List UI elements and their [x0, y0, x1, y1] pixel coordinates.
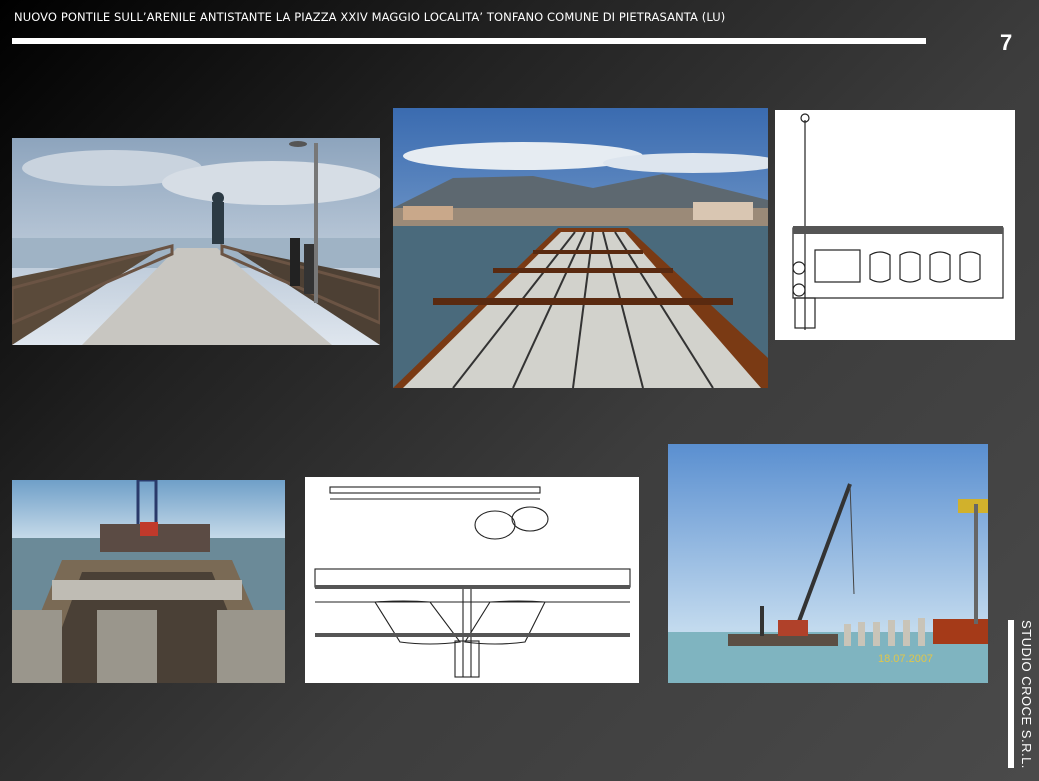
title-underline — [12, 38, 926, 44]
photo-crane-barge-piles: 18.07.2007 — [668, 444, 988, 683]
photo-pier-deck-construction — [393, 108, 768, 388]
photo-barge-deck-assembly — [12, 480, 285, 683]
page-title: NUOVO PONTILE SULL’ARENILE ANTISTANTE LA… — [14, 10, 726, 24]
credit-bar — [1008, 620, 1014, 768]
page-number: 7 — [1000, 30, 1013, 55]
studio-credit: STUDIO CROCE S.R.L. — [1019, 620, 1034, 769]
photo-timestamp: 18.07.2007 — [878, 653, 933, 665]
photo-section-drawing-2 — [305, 477, 639, 683]
photo-completed-pier — [12, 138, 380, 345]
photo-section-drawing-1 — [775, 110, 1015, 340]
